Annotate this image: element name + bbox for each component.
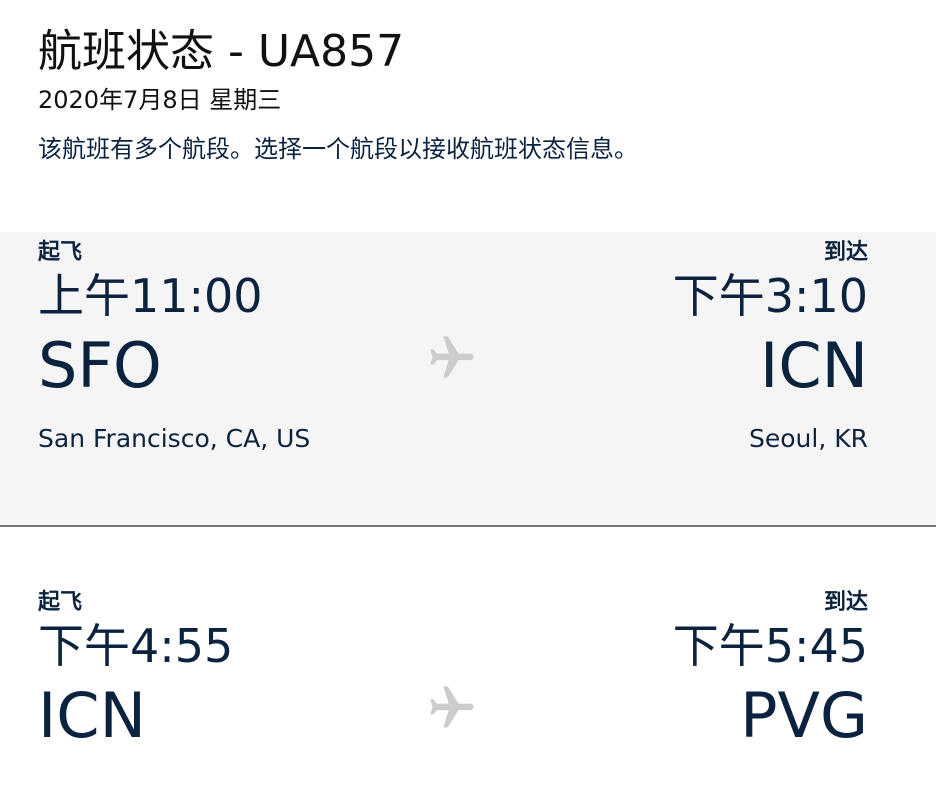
flight-segment-2[interactable]: 起飞 下午4:55 ICN 到达 下午5:45 PVG <box>0 582 936 798</box>
departure-label: 起飞 <box>38 590 83 615</box>
flight-date: 2020年7月8日 星期三 <box>38 86 282 114</box>
airplane-icon <box>426 682 478 734</box>
arrival-label: 到达 <box>823 590 868 615</box>
arrival-column: 到达 下午5:45 PVG <box>673 582 868 756</box>
arrival-label: 到达 <box>823 240 868 265</box>
departure-time: 下午4:55 <box>38 619 234 673</box>
airplane-icon <box>426 332 478 384</box>
departure-label: 起飞 <box>38 240 83 265</box>
departure-column: 起飞 上午11:00 SFO San Francisco, CA, US <box>38 232 310 456</box>
arrival-column: 到达 下午3:10 ICN Seoul, KR <box>673 232 868 456</box>
arrival-time: 下午3:10 <box>672 269 868 323</box>
arrival-airport-code: PVG <box>740 679 868 752</box>
arrival-city: Seoul, KR <box>749 424 868 453</box>
departure-airport-code: SFO <box>38 329 162 402</box>
arrival-time: 下午5:45 <box>672 619 868 673</box>
arrival-airport-code: ICN <box>760 329 868 402</box>
multi-segment-info: 该航班有多个航段。选择一个航段以接收航班状态信息。 <box>38 135 638 163</box>
departure-airport-code: ICN <box>38 679 146 752</box>
departure-city: San Francisco, CA, US <box>38 424 311 453</box>
departure-time: 上午11:00 <box>38 269 263 323</box>
page-title: 航班状态 - UA857 <box>38 26 405 77</box>
flight-status-header: 航班状态 - UA857 2020年7月8日 星期三 该航班有多个航段。选择一个… <box>38 22 906 166</box>
flight-segment-1[interactable]: 起飞 上午11:00 SFO San Francisco, CA, US 到达 … <box>0 232 936 527</box>
departure-column: 起飞 下午4:55 ICN <box>38 582 233 756</box>
